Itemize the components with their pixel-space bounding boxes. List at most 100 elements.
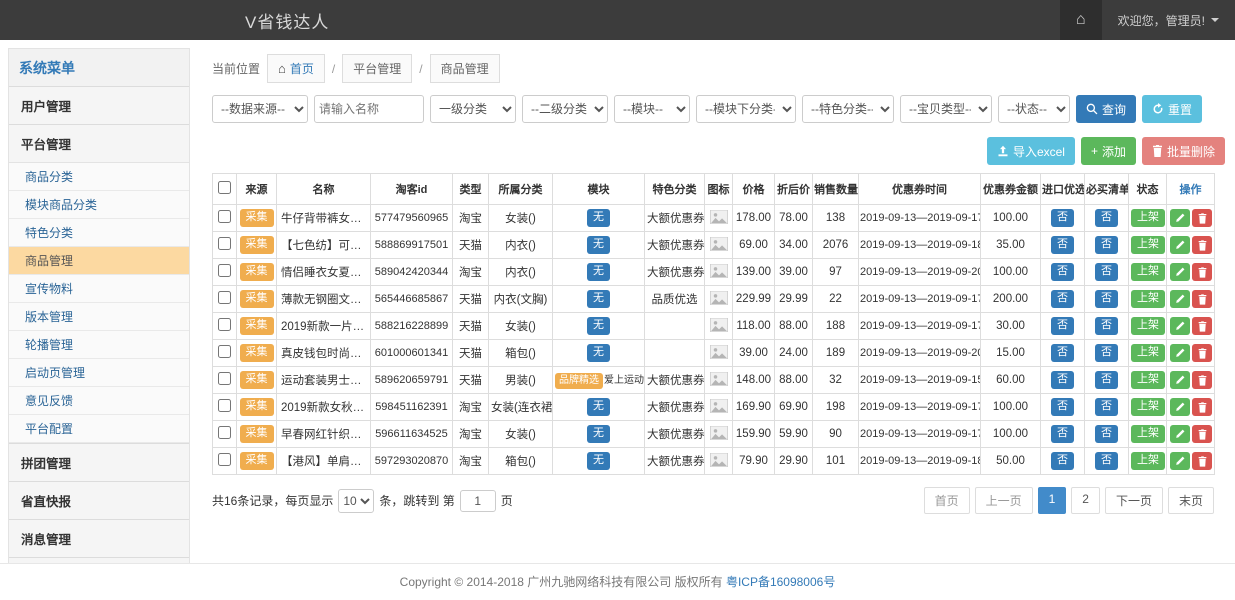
must-buy-toggle[interactable]: 否 xyxy=(1095,263,1118,280)
import-pick-toggle[interactable]: 否 xyxy=(1051,290,1074,307)
delete-button[interactable] xyxy=(1192,425,1212,443)
import-pick-toggle[interactable]: 否 xyxy=(1051,344,1074,361)
edit-button[interactable] xyxy=(1170,344,1190,362)
page-jump-input[interactable] xyxy=(460,490,496,512)
import-pick-toggle[interactable]: 否 xyxy=(1051,236,1074,253)
status-badge[interactable]: 上架 xyxy=(1131,371,1165,388)
delete-button[interactable] xyxy=(1192,344,1212,362)
sidebar-item[interactable]: 宣传物料 xyxy=(9,275,189,303)
edit-button[interactable] xyxy=(1170,398,1190,416)
import-pick-toggle[interactable]: 否 xyxy=(1051,263,1074,280)
filter-select[interactable]: --二级分类-- xyxy=(522,95,608,123)
must-buy-toggle[interactable]: 否 xyxy=(1095,236,1118,253)
row-checkbox[interactable] xyxy=(218,237,231,250)
filter-select[interactable]: --宝贝类型-- xyxy=(900,95,992,123)
row-checkbox[interactable] xyxy=(218,453,231,466)
status-badge[interactable]: 上架 xyxy=(1131,290,1165,307)
filter-select[interactable]: --数据来源-- xyxy=(212,95,308,123)
pager-button[interactable]: 下一页 xyxy=(1105,487,1163,514)
delete-button[interactable] xyxy=(1192,371,1212,389)
page-size-select[interactable]: 10 xyxy=(338,489,374,513)
row-checkbox[interactable] xyxy=(218,345,231,358)
edit-button[interactable] xyxy=(1170,236,1190,254)
breadcrumb-home-link[interactable]: 首页 xyxy=(290,60,314,77)
import-pick-toggle[interactable]: 否 xyxy=(1051,209,1074,226)
must-buy-toggle[interactable]: 否 xyxy=(1095,452,1118,469)
sidebar-item[interactable]: 商品分类 xyxy=(9,163,189,191)
edit-button[interactable] xyxy=(1170,317,1190,335)
filter-select[interactable]: --特色分类-- xyxy=(802,95,894,123)
status-badge[interactable]: 上架 xyxy=(1131,452,1165,469)
sidebar-item[interactable]: 平台配置 xyxy=(9,415,189,443)
row-checkbox[interactable] xyxy=(218,426,231,439)
sidebar-section[interactable]: 省直快报 xyxy=(9,481,189,519)
must-buy-toggle[interactable]: 否 xyxy=(1095,209,1118,226)
must-buy-toggle[interactable]: 否 xyxy=(1095,344,1118,361)
sidebar-section[interactable]: 用户管理 xyxy=(9,86,189,124)
sidebar-section[interactable]: 消息管理 xyxy=(9,519,189,557)
status-badge[interactable]: 上架 xyxy=(1131,317,1165,334)
must-buy-toggle[interactable]: 否 xyxy=(1095,290,1118,307)
filter-name-input[interactable] xyxy=(314,95,424,123)
row-checkbox[interactable] xyxy=(218,291,231,304)
edit-button[interactable] xyxy=(1170,425,1190,443)
sidebar-item[interactable]: 特色分类 xyxy=(9,219,189,247)
pager-button[interactable]: 首页 xyxy=(924,487,970,514)
sidebar-item[interactable]: 启动页管理 xyxy=(9,359,189,387)
delete-button[interactable] xyxy=(1192,263,1212,281)
user-dropdown[interactable]: 欢迎您，管理员! xyxy=(1102,0,1235,40)
filter-select[interactable]: --状态-- xyxy=(998,95,1070,123)
pager-button[interactable]: 2 xyxy=(1071,487,1100,514)
sidebar-section[interactable]: 拼团管理 xyxy=(9,443,189,481)
import-pick-toggle[interactable]: 否 xyxy=(1051,398,1074,415)
search-button[interactable]: 查询 xyxy=(1076,95,1136,123)
edit-button[interactable] xyxy=(1170,209,1190,227)
select-all-checkbox[interactable] xyxy=(218,181,231,194)
edit-button[interactable] xyxy=(1170,290,1190,308)
must-buy-toggle[interactable]: 否 xyxy=(1095,317,1118,334)
sidebar-item[interactable]: 意见反馈 xyxy=(9,387,189,415)
import-excel-button[interactable]: 导入excel xyxy=(987,137,1075,165)
home-button[interactable]: ⌂ xyxy=(1060,0,1102,40)
filter-select[interactable]: --模块下分类-- xyxy=(696,95,796,123)
status-badge[interactable]: 上架 xyxy=(1131,398,1165,415)
delete-button[interactable] xyxy=(1192,452,1212,470)
status-badge[interactable]: 上架 xyxy=(1131,344,1165,361)
edit-button[interactable] xyxy=(1170,371,1190,389)
sidebar-item[interactable]: 模块商品分类 xyxy=(9,191,189,219)
edit-button[interactable] xyxy=(1170,452,1190,470)
reset-button[interactable]: 重置 xyxy=(1142,95,1202,123)
delete-button[interactable] xyxy=(1192,317,1212,335)
breadcrumb-home[interactable]: ⌂ 首页 xyxy=(267,54,325,83)
delete-button[interactable] xyxy=(1192,236,1212,254)
status-badge[interactable]: 上架 xyxy=(1131,425,1165,442)
must-buy-toggle[interactable]: 否 xyxy=(1095,371,1118,388)
edit-button[interactable] xyxy=(1170,263,1190,281)
row-checkbox[interactable] xyxy=(218,318,231,331)
sidebar-section[interactable]: 平台管理 xyxy=(9,124,189,162)
row-checkbox[interactable] xyxy=(218,372,231,385)
import-pick-toggle[interactable]: 否 xyxy=(1051,371,1074,388)
sidebar-item[interactable]: 商品管理 xyxy=(9,247,189,275)
filter-select[interactable]: 一级分类 xyxy=(430,95,516,123)
status-badge[interactable]: 上架 xyxy=(1131,209,1165,226)
sidebar-item[interactable]: 轮播管理 xyxy=(9,331,189,359)
import-pick-toggle[interactable]: 否 xyxy=(1051,425,1074,442)
import-pick-toggle[interactable]: 否 xyxy=(1051,317,1074,334)
must-buy-toggle[interactable]: 否 xyxy=(1095,398,1118,415)
filter-select[interactable]: --模块-- xyxy=(614,95,690,123)
import-pick-toggle[interactable]: 否 xyxy=(1051,452,1074,469)
must-buy-toggle[interactable]: 否 xyxy=(1095,425,1118,442)
pager-button[interactable]: 上一页 xyxy=(975,487,1033,514)
row-checkbox[interactable] xyxy=(218,264,231,277)
add-button[interactable]: + 添加 xyxy=(1081,137,1136,165)
status-badge[interactable]: 上架 xyxy=(1131,263,1165,280)
icp-link[interactable]: 粤ICP备16098006号 xyxy=(726,575,835,589)
delete-button[interactable] xyxy=(1192,209,1212,227)
row-checkbox[interactable] xyxy=(218,210,231,223)
batch-delete-button[interactable]: 批量删除 xyxy=(1142,137,1225,165)
status-badge[interactable]: 上架 xyxy=(1131,236,1165,253)
sidebar-item[interactable]: 版本管理 xyxy=(9,303,189,331)
pager-button[interactable]: 1 xyxy=(1038,487,1067,514)
pager-button[interactable]: 末页 xyxy=(1168,487,1214,514)
